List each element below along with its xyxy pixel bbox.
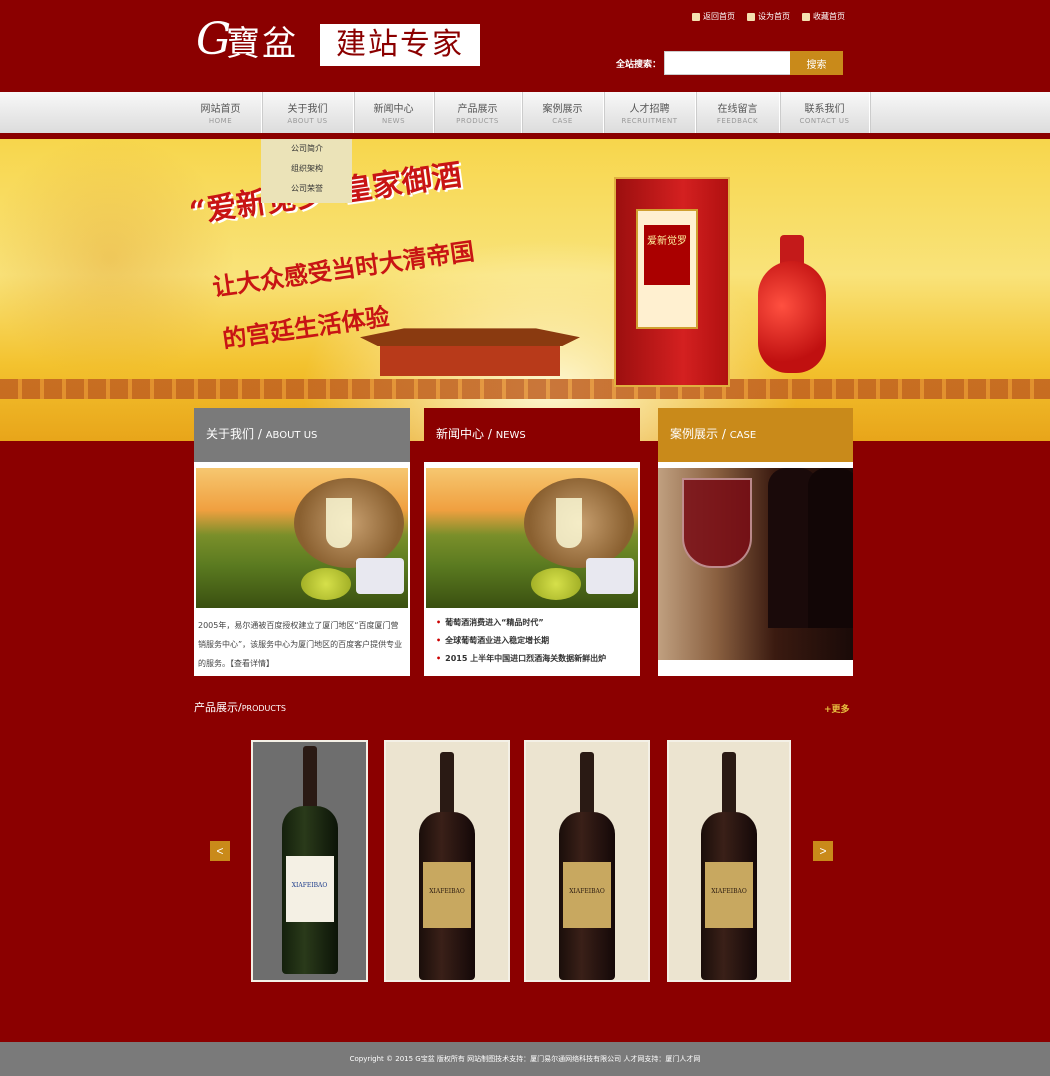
about-dropdown-menu: 公司简介 组织架构 公司荣誉 (261, 139, 352, 203)
nav-products-en: PRODUCTS (456, 117, 499, 125)
logo-brand-text: 寶盆 (226, 24, 298, 64)
dropdown-item-structure[interactable]: 组织架构 (261, 159, 352, 179)
home-link[interactable]: 返回首页 (692, 11, 735, 22)
news-image[interactable] (426, 468, 638, 608)
case-title: 案例展示 (670, 427, 719, 441)
product-label: XIAFEIBAO (285, 856, 334, 922)
house-icon (747, 12, 755, 21)
nav-contact-en: CONTACT US (799, 117, 850, 125)
news-panel-header[interactable]: 新闻中心 / NEWS (424, 408, 640, 462)
nav-case[interactable]: 案例展示 CASE (522, 92, 604, 133)
dropdown-item-honors[interactable]: 公司荣誉 (261, 179, 352, 199)
nav-feedback-en: FEEDBACK (716, 117, 759, 125)
about-text: 2005年，易尔通被百度授权建立了厦门地区“百度厦门营销服务中心”，该服务中心为… (198, 621, 403, 668)
about-panel-header[interactable]: 关于我们 / ABOUT US (194, 408, 410, 462)
site-logo[interactable]: G 寶盆 建站专家 (196, 14, 486, 70)
case-panel: 案例展示 / CASE (658, 408, 853, 676)
product-card[interactable]: XIAFEIBAO (384, 740, 510, 982)
home-link-label: 返回首页 (703, 12, 735, 21)
nav-recruitment[interactable]: 人才招聘 RECRUITMENT (604, 92, 696, 133)
carousel-next-button[interactable]: > (813, 841, 833, 861)
set-homepage-link[interactable]: 设为首页 (747, 11, 790, 22)
red-bottle-image (758, 235, 826, 375)
nav-products-label: 产品展示 (457, 104, 498, 115)
nav-home-label: 网站首页 (200, 104, 241, 115)
nav-recruitment-en: RECRUITMENT (621, 117, 678, 125)
nav-contact[interactable]: 联系我们 CONTACT US (780, 92, 870, 133)
search-label: 全站搜索： (616, 60, 662, 70)
about-panel: 关于我们 / ABOUT US 2005年，易尔通被百度授权建立了厦门地区“百度… (194, 408, 410, 676)
gift-box-label: 爱新觉罗 (644, 225, 690, 285)
nav-case-label: 案例展示 (542, 104, 583, 115)
product-card[interactable]: XIAFEIBAO (667, 740, 791, 982)
about-title: 关于我们 (206, 427, 255, 441)
home-icon (692, 12, 700, 21)
product-card[interactable]: XIAFEIBAO (524, 740, 650, 982)
search-button[interactable]: 搜索 (790, 51, 843, 75)
more-products-link[interactable]: +更多 (824, 702, 850, 715)
hero-banner[interactable]: 爱新觉罗 (0, 139, 1050, 441)
main-nav: 网站首页 HOME 关于我们 ABOUT US 新闻中心 NEWS 产品展示 PRODU… (0, 92, 1050, 136)
nav-recruitment-label: 人才招聘 (629, 104, 670, 115)
news-item[interactable]: 2015 上半年中国进口烈酒海关数据新鲜出炉 (436, 650, 636, 668)
nav-about-en: ABOUT US (287, 117, 328, 125)
product-label: XIAFEIBAO (705, 862, 753, 928)
city-skyline (0, 379, 1050, 399)
search-input[interactable] (664, 51, 791, 75)
header: G 寶盆 建站专家 返回首页 设为首页 收藏首页 全站搜索： 搜索 (0, 0, 1050, 92)
product-label: XIAFEIBAO (423, 862, 471, 928)
nav-feedback-label: 在线留言 (717, 104, 758, 115)
nav-home-en: HOME (208, 117, 233, 125)
news-panel: 新闻中心 / NEWS 葡萄酒消费进入“精品时代” 全球葡萄酒业进入稳定增长期 … (424, 408, 640, 676)
news-title: 新闻中心 (436, 427, 485, 441)
case-panel-header[interactable]: 案例展示 / CASE (658, 408, 853, 462)
footer: Copyright © 2015 G宝盆 版权所有 网站制图技术支持：厦门易尔通… (0, 1042, 1050, 1076)
news-item[interactable]: 葡萄酒消费进入“精品时代” (436, 614, 636, 632)
product-card[interactable]: XIAFEIBAO (251, 740, 368, 982)
nav-case-en: CASE (552, 117, 573, 125)
products-title-cn: 产品展示/ (194, 701, 242, 714)
nav-products[interactable]: 产品展示 PRODUCTS (434, 92, 522, 133)
set-homepage-label: 设为首页 (758, 12, 790, 21)
nav-news-label: 新闻中心 (373, 104, 414, 115)
nav-contact-label: 联系我们 (804, 104, 845, 115)
top-links: 返回首页 设为首页 收藏首页 (692, 11, 845, 22)
logo-slogan: 建站专家 (320, 24, 480, 66)
gift-box-image: 爱新觉罗 (614, 177, 730, 387)
news-list: 葡萄酒消费进入“精品时代” 全球葡萄酒业进入稳定增长期 2015 上半年中国进口… (436, 614, 636, 668)
nav-home[interactable]: 网站首页 HOME (180, 92, 262, 133)
nav-news-en: NEWS (381, 117, 406, 125)
bookmark-link[interactable]: 收藏首页 (802, 11, 845, 22)
about-title-en: ABOUT US (265, 430, 318, 441)
bookmark-label: 收藏首页 (813, 12, 845, 21)
palace-image (340, 324, 600, 384)
product-label: XIAFEIBAO (563, 862, 611, 928)
case-title-en: CASE (729, 430, 757, 441)
carousel-prev-button[interactable]: < (210, 841, 230, 861)
news-title-en: NEWS (495, 430, 526, 441)
footer-copyright: Copyright © 2015 G宝盆 版权所有 网站制图技术支持：厦门易尔通… (349, 1055, 701, 1063)
dropdown-item-intro[interactable]: 公司简介 (261, 139, 352, 159)
star-icon (802, 12, 810, 21)
nav-about-label: 关于我们 (287, 104, 328, 115)
nav-news[interactable]: 新闻中心 NEWS (354, 92, 434, 133)
dragon-decoration (0, 139, 240, 379)
products-title-en: PRODUCTS (241, 704, 286, 713)
products-section-title: 产品展示/PRODUCTS (194, 699, 286, 715)
about-image[interactable] (196, 468, 408, 608)
case-image[interactable] (658, 468, 853, 660)
nav-about[interactable]: 关于我们 ABOUT US (262, 92, 354, 133)
news-item[interactable]: 全球葡萄酒业进入稳定增长期 (436, 632, 636, 650)
nav-feedback[interactable]: 在线留言 FEEDBACK (696, 92, 780, 133)
